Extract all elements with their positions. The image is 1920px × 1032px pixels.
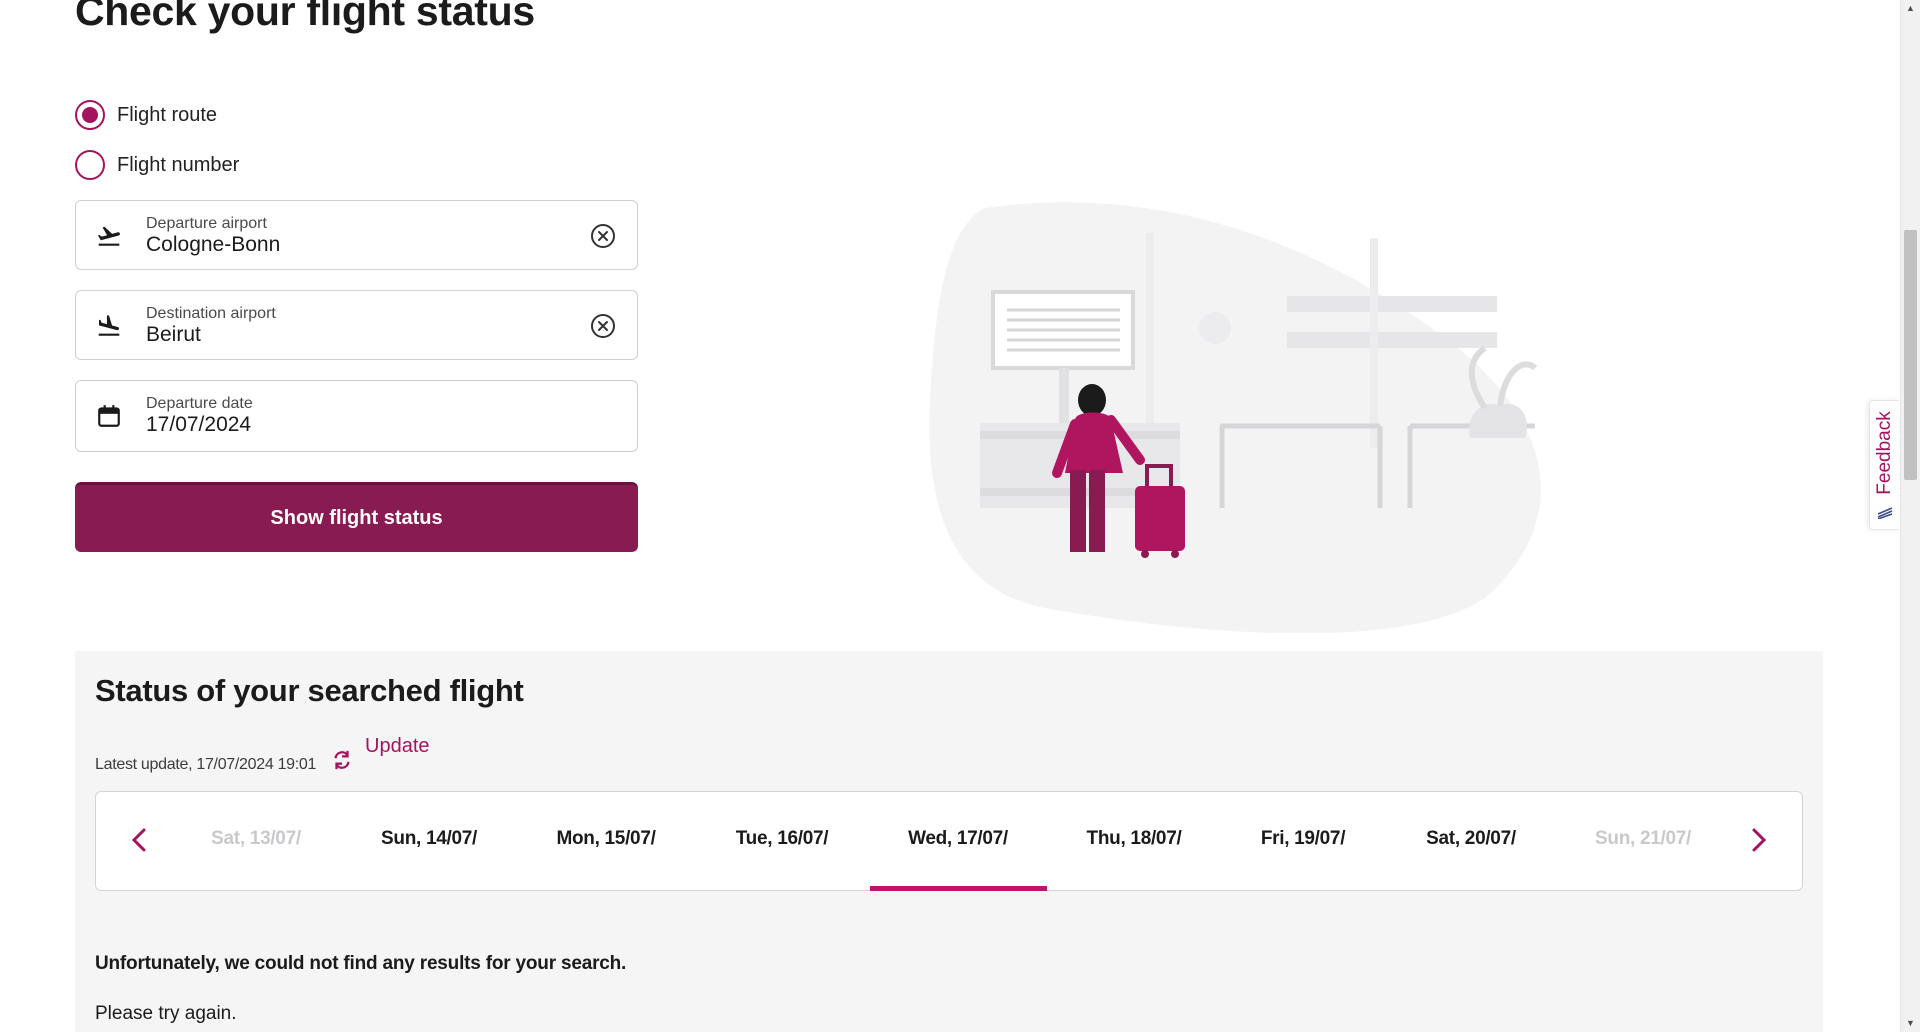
feedback-label[interactable]: Feedback [1874, 411, 1896, 494]
departure-date-value[interactable]: 17/07/2024 [146, 413, 251, 437]
departure-airport-label: Departure airport [146, 215, 267, 232]
feedback-logo-icon [1877, 507, 1893, 519]
scroll-down-arrow-icon[interactable]: ▼ [1901, 1015, 1920, 1032]
selected-date-underline [870, 886, 1047, 891]
clear-destination-icon[interactable] [589, 312, 617, 340]
clear-departure-icon[interactable] [589, 222, 617, 250]
radio-flight-number-label: Flight number [117, 153, 240, 176]
radio-flight-route[interactable]: Flight route [75, 100, 217, 130]
departure-airport-field[interactable]: Departure airport Cologne-Bonn [75, 200, 638, 270]
feedback-tab[interactable]: Feedback [1869, 400, 1899, 530]
date-tab[interactable]: Sat, 20/07/ [1426, 828, 1516, 850]
date-tab: Sun, 21/07/ [1595, 828, 1691, 849]
radio-flight-route-label: Flight route [117, 103, 218, 126]
calendar-icon [98, 405, 120, 427]
chevron-right-icon[interactable] [1740, 822, 1776, 858]
departure-date-label: Departure date [146, 395, 253, 412]
destination-airport-label: Destination airport [146, 305, 276, 322]
latest-update-text: Latest update, 17/07/2024 19:01 [95, 756, 317, 773]
try-again-message: Please try again. [95, 1003, 237, 1024]
refresh-icon[interactable] [331, 749, 353, 771]
show-flight-status-button[interactable]: Show flight status [75, 482, 638, 552]
date-tab[interactable]: Tue, 16/07/ [736, 828, 829, 850]
date-selector: Sat, 13/07/Sun, 14/07/Mon, 15/07/Tue, 16… [95, 791, 1803, 891]
destination-airport-value[interactable]: Beirut [146, 323, 201, 347]
update-button[interactable]: Update [331, 735, 430, 771]
departure-date-field[interactable]: Departure date 17/07/2024 [75, 380, 638, 452]
date-tab[interactable]: Sun, 14/07/ [381, 828, 477, 850]
date-tab: Sat, 13/07/ [211, 828, 301, 849]
date-tab[interactable]: Thu, 18/07/ [1087, 828, 1182, 850]
date-tab[interactable]: Fri, 19/07/ [1261, 828, 1346, 850]
vertical-scrollbar[interactable]: ▲ ▼ [1900, 0, 1920, 1032]
date-tab[interactable]: Wed, 17/07/ [908, 828, 1008, 850]
chevron-left-icon[interactable] [122, 822, 158, 858]
page-title: Check your flight status [75, 0, 535, 34]
date-tab[interactable]: Mon, 15/07/ [556, 828, 655, 850]
departure-airport-value[interactable]: Cologne-Bonn [146, 233, 280, 257]
radio-flight-number[interactable]: Flight number [75, 150, 239, 180]
status-title: Status of your searched flight [95, 673, 524, 708]
plane-landing-icon [98, 315, 120, 336]
status-panel: Status of your searched flight Latest up… [75, 651, 1823, 1032]
radio-flight-number-circle[interactable] [75, 150, 105, 180]
radio-selected-dot [82, 107, 98, 123]
update-label[interactable]: Update [365, 735, 430, 758]
destination-airport-field[interactable]: Destination airport Beirut [75, 290, 638, 360]
no-results-message: Unfortunately, we could not find any res… [95, 953, 627, 974]
scrollbar-thumb[interactable] [1904, 230, 1917, 480]
plane-takeoff-icon [97, 226, 120, 246]
scroll-up-arrow-icon[interactable]: ▲ [1901, 0, 1920, 17]
airport-illustration [929, 202, 1541, 633]
radio-flight-route-circle[interactable] [75, 100, 105, 130]
